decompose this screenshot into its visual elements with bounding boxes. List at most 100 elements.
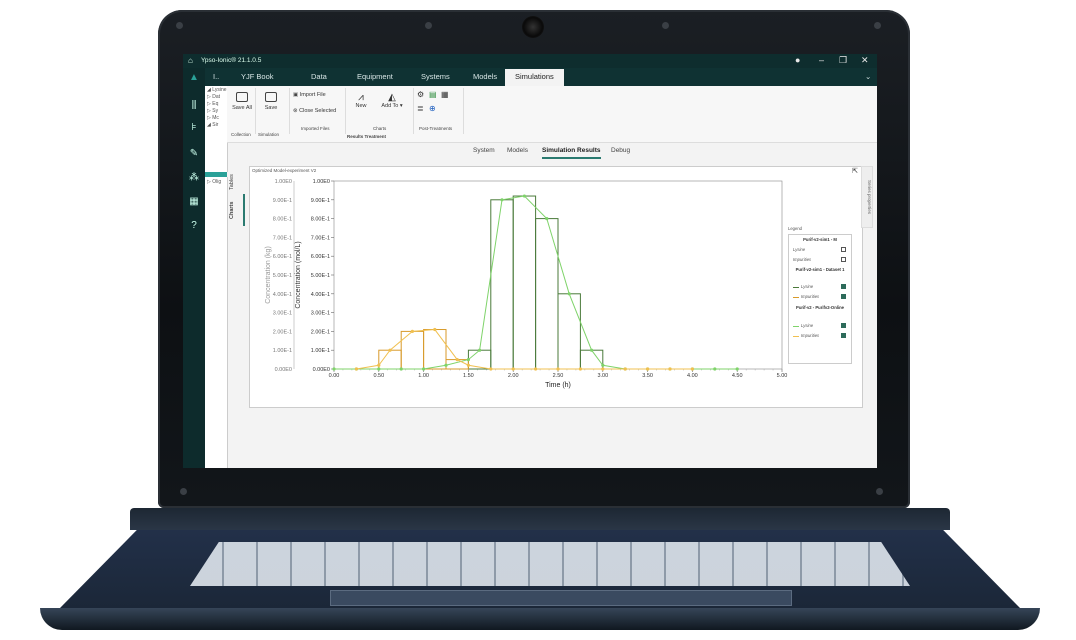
subtab-models[interactable]: Models bbox=[507, 147, 528, 154]
side-tab-charts[interactable]: Charts bbox=[229, 194, 245, 226]
popout-icon[interactable]: ⇱ bbox=[852, 167, 858, 175]
legend-group-title: Purif-v2-sim1 - Dataset 1 bbox=[795, 267, 845, 272]
add-to-chart-button[interactable]: ◭ Add To ▾ bbox=[377, 92, 407, 109]
legend-item-label: Impurities bbox=[801, 294, 820, 299]
y-tick-label-right: 0.00E0 bbox=[313, 367, 330, 373]
subtab-system[interactable]: System bbox=[473, 147, 495, 154]
series-properties-tab[interactable]: Series properties bbox=[861, 166, 873, 228]
y-tick-label-left: 3.00E-1 bbox=[273, 311, 292, 317]
data-point bbox=[690, 367, 694, 371]
add-icon[interactable]: ⊕ bbox=[429, 104, 436, 113]
project-tree-lower: ▷ Olig bbox=[205, 177, 228, 468]
legend-checkbox[interactable] bbox=[841, 333, 846, 338]
legend-checkbox[interactable] bbox=[841, 284, 846, 289]
subtab-debug[interactable]: Debug bbox=[611, 147, 630, 154]
save-button[interactable]: Save bbox=[260, 92, 282, 111]
tree-item[interactable]: ▷ Mc bbox=[207, 115, 227, 121]
y-axis-title-right: Concentration (mol/L) bbox=[295, 241, 302, 308]
y-tick-label-left: 1.00E0 bbox=[275, 179, 292, 185]
data-point bbox=[466, 363, 470, 367]
lysine-swatch bbox=[793, 326, 799, 327]
tree-item[interactable]: ◢ Sir bbox=[207, 122, 227, 128]
molecule-icon[interactable]: ⁂ bbox=[188, 172, 200, 184]
bezel-screw bbox=[425, 22, 432, 29]
group-label: Charts bbox=[373, 126, 387, 131]
data-point bbox=[601, 363, 605, 367]
data-point bbox=[545, 217, 549, 221]
list-icon[interactable]: ≣ bbox=[417, 104, 424, 113]
y-tick-label-left: 6.00E-1 bbox=[273, 254, 292, 260]
x-tick-label: 2.50 bbox=[553, 373, 564, 379]
legend-checkbox[interactable] bbox=[841, 257, 846, 262]
ribbon-separator bbox=[413, 88, 414, 134]
group-label: Collection bbox=[231, 132, 251, 137]
minimize-button[interactable]: – bbox=[819, 55, 824, 65]
legend-item-label: Lysine bbox=[801, 323, 814, 328]
y-tick-label-right: 8.00E-1 bbox=[311, 217, 330, 223]
impurities-swatch bbox=[793, 336, 799, 337]
excel-icon[interactable]: ▤ bbox=[429, 90, 437, 99]
main-tabs: I.. YJF Book Data Equipment Systems Mode… bbox=[205, 68, 877, 86]
bezel-screw bbox=[176, 22, 183, 29]
data-point bbox=[735, 367, 739, 371]
data-point bbox=[388, 348, 392, 352]
chevron-down-icon[interactable]: ⌄ bbox=[865, 72, 871, 81]
tree-item[interactable]: ◢ Lysine bbox=[207, 87, 227, 93]
settings-icon[interactable]: ⚙ bbox=[417, 90, 424, 99]
table-icon[interactable]: ▦ bbox=[441, 90, 449, 99]
y-tick-label-left: 8.00E-1 bbox=[273, 217, 292, 223]
group-label: Imported Files bbox=[301, 126, 330, 131]
data-point bbox=[668, 367, 672, 371]
home-icon[interactable]: ⌂ bbox=[188, 56, 193, 65]
left-nav: ▲ ⫼ ⊧ ✎ ⁂ ▦ ? bbox=[183, 68, 205, 468]
close-button[interactable]: ✕ bbox=[861, 55, 869, 66]
tree-item[interactable]: ▷ Sy bbox=[207, 108, 227, 114]
tree-item[interactable]: ▷ Dat bbox=[207, 94, 227, 100]
bar-bin bbox=[535, 218, 559, 370]
legend-group-title: Purif-v2 - Purifv2-Online bbox=[796, 305, 844, 310]
tree-icon[interactable]: ⊧ bbox=[188, 122, 200, 134]
library-icon[interactable]: ⫼ bbox=[188, 100, 200, 112]
pencil-icon[interactable]: ✎ bbox=[188, 148, 200, 160]
lysine-swatch bbox=[793, 287, 799, 288]
legend-checkbox[interactable] bbox=[841, 247, 846, 252]
import-file-button[interactable]: ▣ Import File bbox=[293, 92, 326, 98]
collapsed-panel-label[interactable]: I.. bbox=[213, 72, 219, 81]
data-point bbox=[455, 358, 459, 362]
calculator-icon[interactable]: ▦ bbox=[188, 196, 200, 208]
bar-bin bbox=[400, 330, 425, 370]
new-chart-button[interactable]: ⩘ New bbox=[351, 92, 371, 109]
help-icon[interactable]: ? bbox=[188, 220, 200, 232]
panel-title: Optimized Model-experiment V2 bbox=[252, 168, 317, 173]
subtab-simulation-results[interactable]: Simulation Results bbox=[542, 147, 601, 159]
tab-equipment[interactable]: Equipment bbox=[357, 72, 393, 81]
x-tick-label: 5.00 bbox=[777, 373, 788, 379]
tab-systems[interactable]: Systems bbox=[421, 72, 450, 81]
user-icon[interactable]: ● bbox=[795, 55, 800, 65]
bezel-screw bbox=[876, 488, 883, 495]
tab-data[interactable]: Data bbox=[311, 72, 327, 81]
x-tick-label: 4.00 bbox=[687, 373, 698, 379]
data-point bbox=[646, 367, 650, 371]
data-point bbox=[713, 367, 717, 371]
save-all-button[interactable]: Save All bbox=[231, 92, 253, 111]
y-tick-label-left: 9.00E-1 bbox=[273, 198, 292, 204]
tree-item[interactable]: ▷ Olig bbox=[207, 179, 227, 185]
data-point bbox=[354, 367, 358, 371]
tab-yjf-book[interactable]: YJF Book bbox=[241, 72, 274, 81]
legend-checkbox[interactable] bbox=[841, 323, 846, 328]
bar-bin bbox=[512, 195, 537, 370]
maximize-button[interactable]: ❐ bbox=[839, 55, 847, 66]
legend-checkbox[interactable] bbox=[841, 294, 846, 299]
x-tick-label: 3.00 bbox=[597, 373, 608, 379]
data-point bbox=[590, 348, 594, 352]
legend-group-title: Purif-v2-sim1 - M bbox=[803, 237, 837, 242]
y-tick-label-right: 9.00E-1 bbox=[311, 198, 330, 204]
close-selected-button[interactable]: ⊗ Close Selected bbox=[293, 108, 336, 114]
ribbon-separator bbox=[345, 88, 346, 134]
tab-simulations[interactable]: Simulations bbox=[505, 69, 564, 86]
bar-bin bbox=[490, 199, 514, 370]
tree-item[interactable]: ▷ Eq bbox=[207, 101, 227, 107]
x-tick-label: 3.50 bbox=[642, 373, 653, 379]
tab-models[interactable]: Models bbox=[473, 72, 497, 81]
